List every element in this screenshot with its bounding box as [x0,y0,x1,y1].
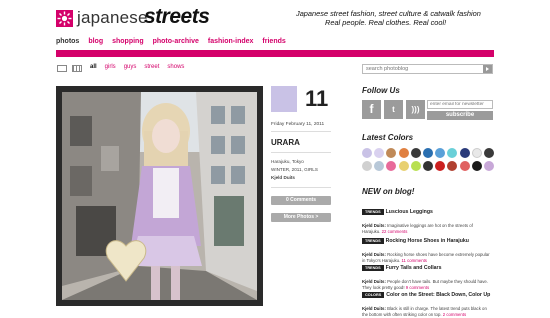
nav-photos[interactable]: photos [56,38,79,45]
color-swatch[interactable] [398,161,409,171]
color-swatch[interactable] [459,161,470,171]
color-swatch[interactable] [435,148,446,158]
grid-view-icon[interactable] [72,65,82,72]
news-category[interactable]: TRENDS [362,208,384,215]
filter-shows[interactable]: shows [167,64,184,70]
news-title[interactable]: Color on the Street: Black Down, Color U… [386,292,490,298]
news-author: Kjeld Duits: [362,306,386,311]
color-swatch[interactable] [386,148,397,158]
filter-girls[interactable]: girls [105,64,116,70]
search-go-icon[interactable] [483,65,492,73]
color-swatch[interactable] [423,148,433,158]
news-title[interactable]: Luscious Leggings [386,209,433,215]
news-item: TRENDS Luscious Leggings Kjeld Duits: Ima… [362,203,495,235]
color-swatch[interactable] [447,161,458,171]
news-title[interactable]: Rocking Horse Shoes in Harajuku [386,238,469,244]
color-swatch[interactable] [471,161,482,171]
color-swatch[interactable] [484,148,494,158]
post-title[interactable]: URARA [271,138,300,147]
news-author: Kjeld Duits: [362,279,386,284]
color-swatch[interactable] [374,148,385,158]
news-item: COLORS Color on the Street: Black Down, C… [362,286,495,318]
color-swatch[interactable] [459,148,470,158]
search-input[interactable] [362,64,493,74]
more-photos-button[interactable]: More Photos > [271,213,331,222]
post-author[interactable]: Kjeld Duits [271,175,295,180]
list-view-icon[interactable] [57,65,67,72]
divider [271,131,331,132]
news-heading: NEW on blog! [362,187,415,196]
divider [271,187,331,188]
main-nav: photos blog shopping photo-archive fashi… [56,38,286,45]
filter-all[interactable]: all [90,64,97,70]
date-color-box [271,86,297,112]
comments-button[interactable]: 0 Comments [271,196,331,205]
post-tags[interactable]: WINTER, 2011, GIRLS [271,167,318,172]
photo-filters: all girls guys street shows [90,64,184,70]
nav-shopping[interactable]: shopping [112,38,144,45]
color-swatch[interactable] [362,148,372,158]
latest-colors-heading: Latest Colors [362,133,414,142]
news-title[interactable]: Furry Tails and Collars [386,265,442,271]
news-author: Kjeld Duits: [362,252,386,257]
follow-us-heading: Follow Us [362,86,400,95]
filter-guys[interactable]: guys [124,64,137,70]
rss-icon[interactable]: ))) [406,100,425,119]
nav-underline-bar [56,50,494,57]
facebook-icon[interactable]: f [362,100,381,119]
news-category[interactable]: TRENDS [362,264,384,271]
color-swatch[interactable] [362,161,372,171]
filter-street[interactable]: street [144,64,159,70]
color-swatch[interactable] [423,161,433,171]
twitter-icon[interactable]: t [384,100,403,119]
logo-text-streets[interactable]: streets [144,5,210,29]
news-list: TRENDS Luscious Leggings Kjeld Duits: Ima… [362,203,495,235]
nav-blog[interactable]: blog [88,38,103,45]
tagline-line2: Real people. Real clothes. Real cool! [325,18,447,27]
color-swatch[interactable] [374,161,385,171]
color-swatch[interactable] [410,148,421,158]
post-date: Friday February 11, 2011 [271,122,325,127]
nav-photo-archive[interactable]: photo-archive [153,38,199,45]
logo-icon[interactable] [56,10,73,27]
news-list: COLORS Color on the Street: Black Down, C… [362,286,495,318]
nav-fashion-index[interactable]: fashion-index [208,38,254,45]
news-comments[interactable]: 2 comments [443,312,466,317]
post-day: 11 [305,86,329,111]
news-category[interactable]: TRENDS [362,237,384,244]
divider [271,152,331,153]
nav-friends[interactable]: friends [262,38,285,45]
color-swatch[interactable] [471,148,482,158]
tagline-line1: Japanese street fashion, street culture … [296,9,481,18]
color-swatch[interactable] [484,161,494,171]
news-author: Kjeld Duits: [362,223,386,228]
subscribe-button[interactable]: subscribe [427,111,493,120]
color-swatch[interactable] [398,148,409,158]
color-swatch[interactable] [386,161,397,171]
street-photo[interactable] [56,86,263,306]
logo-text-japanese[interactable]: japanese [77,8,148,28]
color-swatch[interactable] [435,161,446,171]
color-swatch[interactable] [447,148,458,158]
newsletter-email-input[interactable] [427,100,493,109]
color-swatch[interactable] [410,161,421,171]
post-location[interactable]: Harajuku, Tokyo [271,159,304,164]
news-category[interactable]: COLORS [362,291,385,298]
